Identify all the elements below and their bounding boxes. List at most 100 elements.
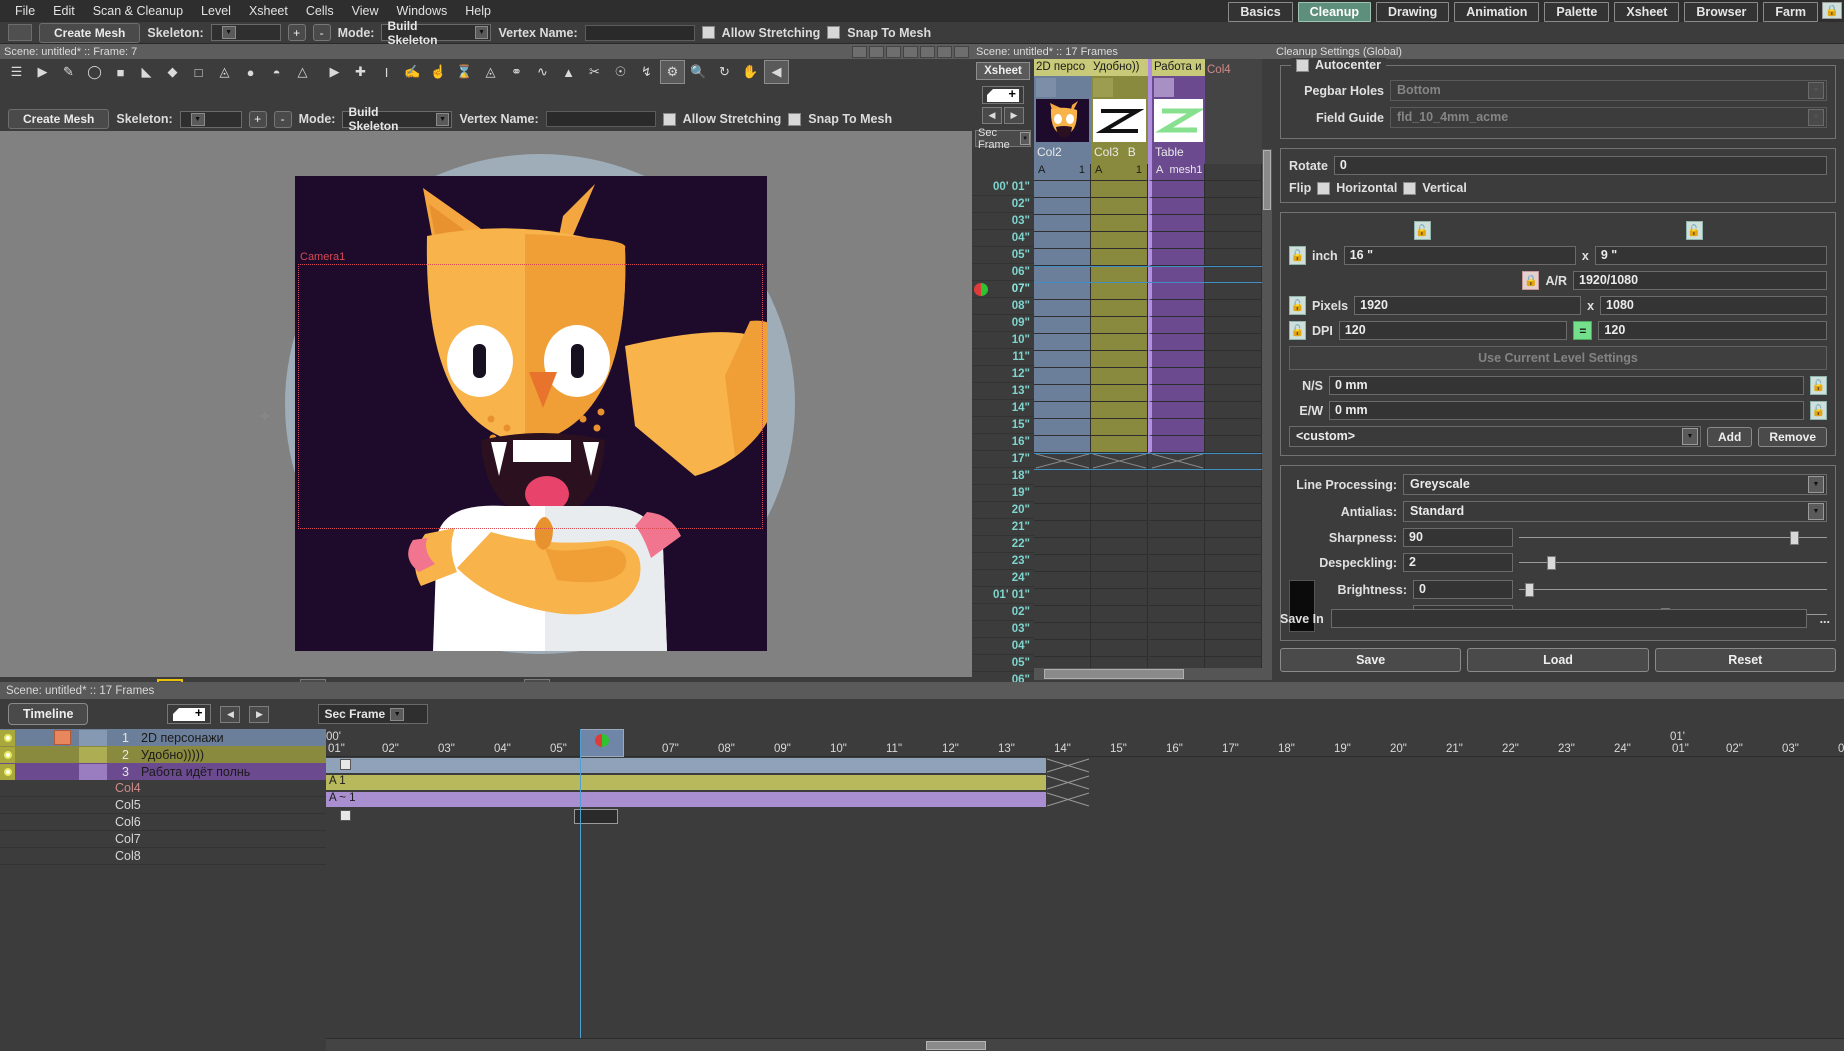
xsheet-frame-number[interactable]: 09"	[972, 315, 1034, 332]
plastic-tool-icon[interactable]: ⚙	[660, 60, 685, 84]
animate-move-icon[interactable]: ✚	[348, 60, 373, 84]
tape-tool-icon[interactable]: ◬	[212, 60, 237, 84]
skeleton-tool-icon[interactable]: ☉	[608, 60, 633, 84]
xsheet-frame-number[interactable]: 06"	[972, 264, 1034, 281]
table-view-icon[interactable]	[937, 45, 952, 58]
timeline-layer-row[interactable]: 2 Удобно)))))	[0, 746, 326, 763]
layer-config-area[interactable]	[15, 747, 45, 763]
layer-visibility-toggle[interactable]	[0, 729, 15, 746]
camera-view-icon[interactable]	[903, 45, 918, 58]
xsheet-frame-number[interactable]: 13"	[972, 383, 1034, 400]
xsheet-frame-number[interactable]: 22"	[972, 536, 1034, 553]
xsheet-cell[interactable]	[1205, 368, 1262, 385]
xsheet-column-filter-3[interactable]	[1154, 78, 1174, 97]
dpi-equal-icon[interactable]: =	[1573, 321, 1593, 340]
freeze-icon[interactable]	[852, 45, 867, 58]
empty-column-name[interactable]: Col8	[0, 849, 141, 863]
lock-ar-icon[interactable]: 🔒	[1522, 271, 1540, 290]
timeline-layer-row[interactable]: 1 2D персонажи	[0, 729, 326, 746]
xsheet-cell[interactable]: A mesh1	[1148, 164, 1205, 181]
layer-camstand-toggle[interactable]	[45, 730, 79, 746]
next-key-icon[interactable]: ▶	[1004, 107, 1024, 124]
room-tab-cleanup[interactable]: Cleanup	[1297, 2, 1371, 22]
load-button[interactable]: Load	[1467, 648, 1649, 672]
antialias-combo[interactable]: Standard ▼	[1403, 501, 1827, 522]
layer-name[interactable]: Удобно)))))	[137, 748, 326, 762]
xsheet-current-frame-marker[interactable]	[974, 283, 988, 296]
type-tool-icon[interactable]: ■	[108, 60, 133, 84]
snap-to-mesh-checkbox[interactable]	[827, 26, 841, 39]
layer-config-area[interactable]	[15, 764, 45, 780]
mode-combo[interactable]: Build Skeleton ▼	[381, 19, 492, 47]
xsheet-cell[interactable]	[1034, 521, 1091, 538]
layer-camstand-toggle[interactable]	[45, 764, 79, 780]
xsheet-cell[interactable]	[1091, 368, 1148, 385]
rotate-input[interactable]: 0	[1333, 156, 1827, 175]
xsheet-cell[interactable]	[1205, 470, 1262, 487]
snap-to-mesh-checkbox-viewer[interactable]	[788, 112, 802, 126]
xsheet-cell[interactable]	[1034, 232, 1091, 249]
xsheet-cell[interactable]	[1034, 266, 1091, 283]
xsheet-cell[interactable]	[1205, 606, 1262, 623]
xsheet-cell[interactable]	[1205, 351, 1262, 368]
xsheet-frame-number[interactable]: 01' 01"	[972, 587, 1034, 604]
menu-item-level[interactable]: Level	[192, 2, 240, 20]
xsheet-vertical-scrollbar[interactable]	[1262, 149, 1272, 680]
save-button[interactable]: Save	[1280, 648, 1462, 672]
menu-item-windows[interactable]: Windows	[388, 2, 457, 20]
xsheet-frame-number[interactable]: 11"	[972, 349, 1034, 366]
lock-rooms-icon[interactable]: 🔒	[1822, 2, 1842, 19]
xsheet-frame-number[interactable]: 16"	[972, 434, 1034, 451]
xsheet-cell[interactable]	[1091, 504, 1148, 521]
xsheet-cell[interactable]	[1205, 487, 1262, 504]
xsheet-cell[interactable]	[1034, 351, 1091, 368]
rgb-picker-icon[interactable]: ◓	[264, 60, 289, 84]
xsheet-cell[interactable]	[1148, 623, 1205, 640]
xsheet-frame-number[interactable]: 05"	[972, 247, 1034, 264]
xsheet-cell[interactable]	[1034, 538, 1091, 555]
menu-item-scan-cleanup[interactable]: Scan & Cleanup	[84, 2, 192, 20]
room-tab-palette[interactable]: Palette	[1544, 2, 1610, 22]
xsheet-cell[interactable]	[1205, 521, 1262, 538]
xsheet-cell[interactable]	[1148, 521, 1205, 538]
collapse-toolbar-icon[interactable]: ◀	[764, 60, 789, 84]
xsheet-cell[interactable]	[1148, 368, 1205, 385]
xsheet-cell[interactable]	[1148, 232, 1205, 249]
layer-visibility-toggle[interactable]	[0, 746, 15, 763]
room-tab-drawing[interactable]: Drawing	[1375, 2, 1450, 22]
menu-item-help[interactable]: Help	[456, 2, 500, 20]
xsheet-cell[interactable]	[1091, 555, 1148, 572]
viewer-canvas[interactable]: Camera1 ✚	[0, 131, 972, 677]
xsheet-cell[interactable]	[1148, 640, 1205, 657]
xsheet-column-header-2[interactable]: Удобно)) Col3 B	[1091, 59, 1148, 164]
timeline-frame-mode-combo[interactable]: Sec Frame ▼	[318, 704, 429, 724]
flip-vertical-checkbox[interactable]	[1403, 181, 1417, 195]
xsheet-cell[interactable]	[1205, 317, 1262, 334]
rotate-tool-icon[interactable]: ↻	[712, 60, 737, 84]
xsheet-cell[interactable]	[1034, 215, 1091, 232]
layer-name[interactable]: 2D персонажи	[137, 731, 326, 745]
xsheet-frame-number[interactable]: 00' 01"	[972, 179, 1034, 196]
mode-combo-viewer[interactable]: Build Skeleton ▼	[342, 105, 453, 133]
xsheet-frame-number[interactable]: 17"	[972, 451, 1034, 468]
menu-item-cells[interactable]: Cells	[297, 2, 343, 20]
xsheet-cell[interactable]	[1205, 555, 1262, 572]
use-current-level-settings-button[interactable]: Use Current Level Settings	[1289, 346, 1827, 370]
timeline-key-marker[interactable]	[340, 810, 351, 821]
timeline-hscroll-thumb[interactable]	[926, 1040, 986, 1050]
timeline-track-row[interactable]: A ~ 1	[326, 791, 1844, 808]
xsheet-cell[interactable]	[1034, 555, 1091, 572]
timeline-track-row[interactable]: A 1	[326, 774, 1844, 791]
tool-icon-slot[interactable]	[8, 24, 32, 41]
paint-brush-icon[interactable]: ✍	[400, 60, 425, 84]
pixels-width-input[interactable]: 1920	[1354, 296, 1582, 315]
xsheet-cell[interactable]	[1148, 385, 1205, 402]
layer-config-area[interactable]	[15, 730, 45, 746]
xsheet-cell[interactable]	[1034, 419, 1091, 436]
xsheet-column-header-4[interactable]: Col4	[1205, 59, 1262, 164]
animate-tool-icon[interactable]: ☰	[4, 60, 29, 84]
xsheet-cell[interactable]	[1205, 623, 1262, 640]
timeline-empty-column-row[interactable]: Col4	[0, 780, 326, 797]
smart-raster-brush-icon[interactable]: ◆	[160, 60, 185, 84]
style-picker-icon[interactable]: ●	[238, 60, 263, 84]
